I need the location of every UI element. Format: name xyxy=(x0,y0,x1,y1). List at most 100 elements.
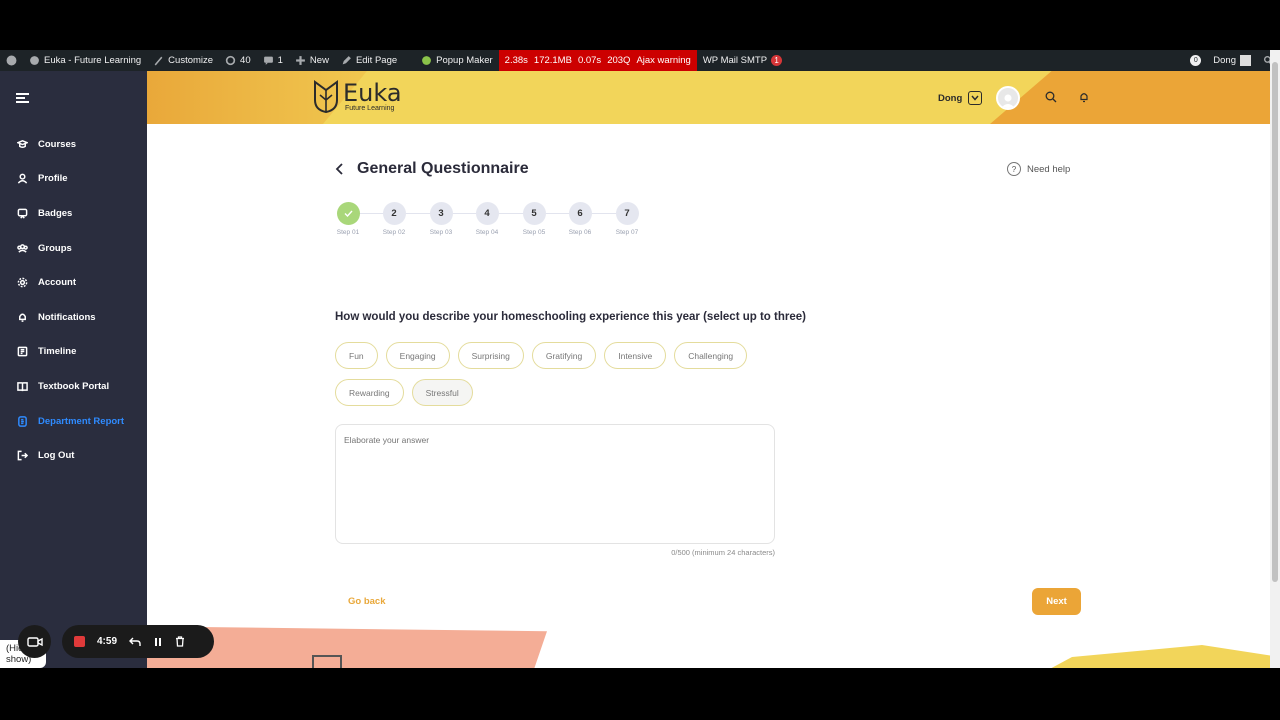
sidebar-item-account[interactable]: Account xyxy=(0,265,147,300)
undo-icon[interactable] xyxy=(129,637,141,647)
bell-icon[interactable] xyxy=(1078,91,1090,103)
footer-logo-icon xyxy=(312,655,342,668)
step-3[interactable]: 3 Step 03 xyxy=(426,202,456,236)
option-fun[interactable]: Fun xyxy=(335,342,378,369)
step-label: Step 02 xyxy=(382,229,406,236)
menu-toggle-icon[interactable] xyxy=(16,93,29,105)
site-logo[interactable]: Euka Future Learning xyxy=(313,78,402,114)
perf-db-time: 0.07s xyxy=(577,55,602,66)
sidebar: Courses Profile Badges Groups Account No… xyxy=(0,71,147,668)
updates-link[interactable]: 40 xyxy=(219,50,257,71)
search-icon[interactable] xyxy=(1045,91,1057,103)
sidebar-item-courses[interactable]: Courses xyxy=(0,127,147,162)
stop-record-icon[interactable] xyxy=(74,636,85,647)
need-help-link[interactable]: ? Need help xyxy=(1007,162,1070,176)
step-number: 7 xyxy=(615,202,639,225)
step-1[interactable]: Step 01 xyxy=(333,202,363,236)
sidebar-item-department-report[interactable]: Department Report xyxy=(0,404,147,439)
refresh-icon xyxy=(225,55,236,66)
sidebar-item-textbook-portal[interactable]: Textbook Portal xyxy=(0,369,147,404)
wp-mail-smtp-link[interactable]: WP Mail SMTP 1 xyxy=(697,50,788,71)
popup-maker-link[interactable]: Popup Maker xyxy=(415,50,499,71)
notifications-counter[interactable]: 0 xyxy=(1184,50,1207,71)
option-engaging[interactable]: Engaging xyxy=(385,342,450,369)
scrollbar-thumb[interactable] xyxy=(1272,62,1278,582)
step-number: 6 xyxy=(568,202,592,225)
logo-name: Euka xyxy=(343,78,402,107)
graduation-cap-icon xyxy=(17,139,28,148)
option-gratifying[interactable]: Gratifying xyxy=(531,342,597,369)
wordpress-logo-button[interactable] xyxy=(0,50,23,71)
sidebar-item-label: Timeline xyxy=(38,346,77,358)
perf-queries: 203Q xyxy=(607,55,631,66)
option-intensive[interactable]: Intensive xyxy=(604,342,667,369)
next-button[interactable]: Next xyxy=(1032,588,1081,615)
sidebar-item-badges[interactable]: Badges xyxy=(0,196,147,231)
my-account-link[interactable]: Dong xyxy=(1207,50,1257,71)
step-label: Step 06 xyxy=(568,229,592,236)
go-back-link[interactable]: Go back xyxy=(348,596,386,607)
character-counter: 0/500 (minimum 24 characters) xyxy=(671,548,775,557)
book-icon xyxy=(17,382,28,392)
comments-link[interactable]: 1 xyxy=(257,50,289,71)
logo-text: Euka Future Learning xyxy=(343,81,402,112)
step-label: Step 07 xyxy=(615,229,639,236)
step-label: Step 01 xyxy=(336,229,360,236)
query-monitor-stats[interactable]: 2.38s 172.1MB 0.07s 203Q Ajax warning xyxy=(498,50,697,71)
sidebar-item-profile[interactable]: Profile xyxy=(0,162,147,197)
step-5[interactable]: 5 Step 05 xyxy=(519,202,549,236)
brush-icon xyxy=(154,56,163,66)
site-name-link[interactable]: Euka - Future Learning xyxy=(23,50,147,71)
avatar[interactable] xyxy=(996,86,1021,110)
step-number: 3 xyxy=(429,202,453,225)
page-title-row: General Questionnaire xyxy=(335,160,529,178)
option-stressful[interactable]: Stressful xyxy=(411,379,473,406)
step-2[interactable]: 2 Step 02 xyxy=(379,202,409,236)
camera-icon xyxy=(26,636,43,647)
new-content-link[interactable]: New xyxy=(289,50,335,71)
recording-timer: 4:59 xyxy=(97,636,118,647)
page-title: General Questionnaire xyxy=(357,160,529,177)
groups-icon xyxy=(17,243,28,253)
sidebar-item-notifications[interactable]: Notifications xyxy=(0,300,147,335)
chevron-down-icon[interactable] xyxy=(968,91,983,105)
sidebar-item-label: Notifications xyxy=(38,311,96,323)
home-icon xyxy=(30,56,39,65)
step-label: Step 03 xyxy=(429,229,453,236)
pause-icon[interactable] xyxy=(153,637,163,647)
step-progress: Step 01 2 Step 02 3 Step 03 4 Step 04 5 … xyxy=(333,202,653,242)
step-7[interactable]: 7 Step 07 xyxy=(612,202,642,236)
sidebar-item-label: Account xyxy=(38,277,76,289)
back-arrow-icon[interactable] xyxy=(335,163,345,175)
step-4[interactable]: 4 Step 04 xyxy=(472,202,502,236)
user-menu[interactable]: Dong xyxy=(938,86,1021,110)
edit-page-link[interactable]: Edit Page xyxy=(335,50,403,71)
question-text: How would you describe your homeschoolin… xyxy=(335,311,806,323)
perf-memory: 172.1MB xyxy=(533,55,572,66)
need-help-label: Need help xyxy=(1027,163,1071,175)
recorder-controls: 4:59 xyxy=(62,625,214,658)
wp-mail-badge: 1 xyxy=(771,55,783,66)
customize-link[interactable]: Customize xyxy=(147,50,219,71)
option-challenging[interactable]: Challenging xyxy=(674,342,748,369)
logo-tagline: Future Learning xyxy=(345,104,395,112)
comment-icon xyxy=(263,56,273,65)
step-6[interactable]: 6 Step 06 xyxy=(565,202,595,236)
option-surprising[interactable]: Surprising xyxy=(457,342,524,369)
recorder-camera-button[interactable] xyxy=(18,625,51,658)
sidebar-item-label: Textbook Portal xyxy=(38,380,110,392)
header-decoration-right xyxy=(990,71,1270,124)
user-icon xyxy=(17,174,28,184)
site-name: Euka - Future Learning xyxy=(44,55,142,66)
sidebar-item-label: Department Report xyxy=(38,415,125,427)
option-rewarding[interactable]: Rewarding xyxy=(335,379,404,406)
trash-icon[interactable] xyxy=(175,636,185,647)
sidebar-item-label: Groups xyxy=(38,242,72,254)
sidebar-item-groups[interactable]: Groups xyxy=(0,231,147,266)
sidebar-item-timeline[interactable]: Timeline xyxy=(0,335,147,370)
sidebar-item-log-out[interactable]: Log Out xyxy=(0,438,147,473)
answer-textarea[interactable] xyxy=(335,424,775,544)
logout-icon xyxy=(17,450,28,461)
site-header: Euka Future Learning Dong xyxy=(147,71,1270,124)
admin-avatar xyxy=(1240,55,1251,66)
